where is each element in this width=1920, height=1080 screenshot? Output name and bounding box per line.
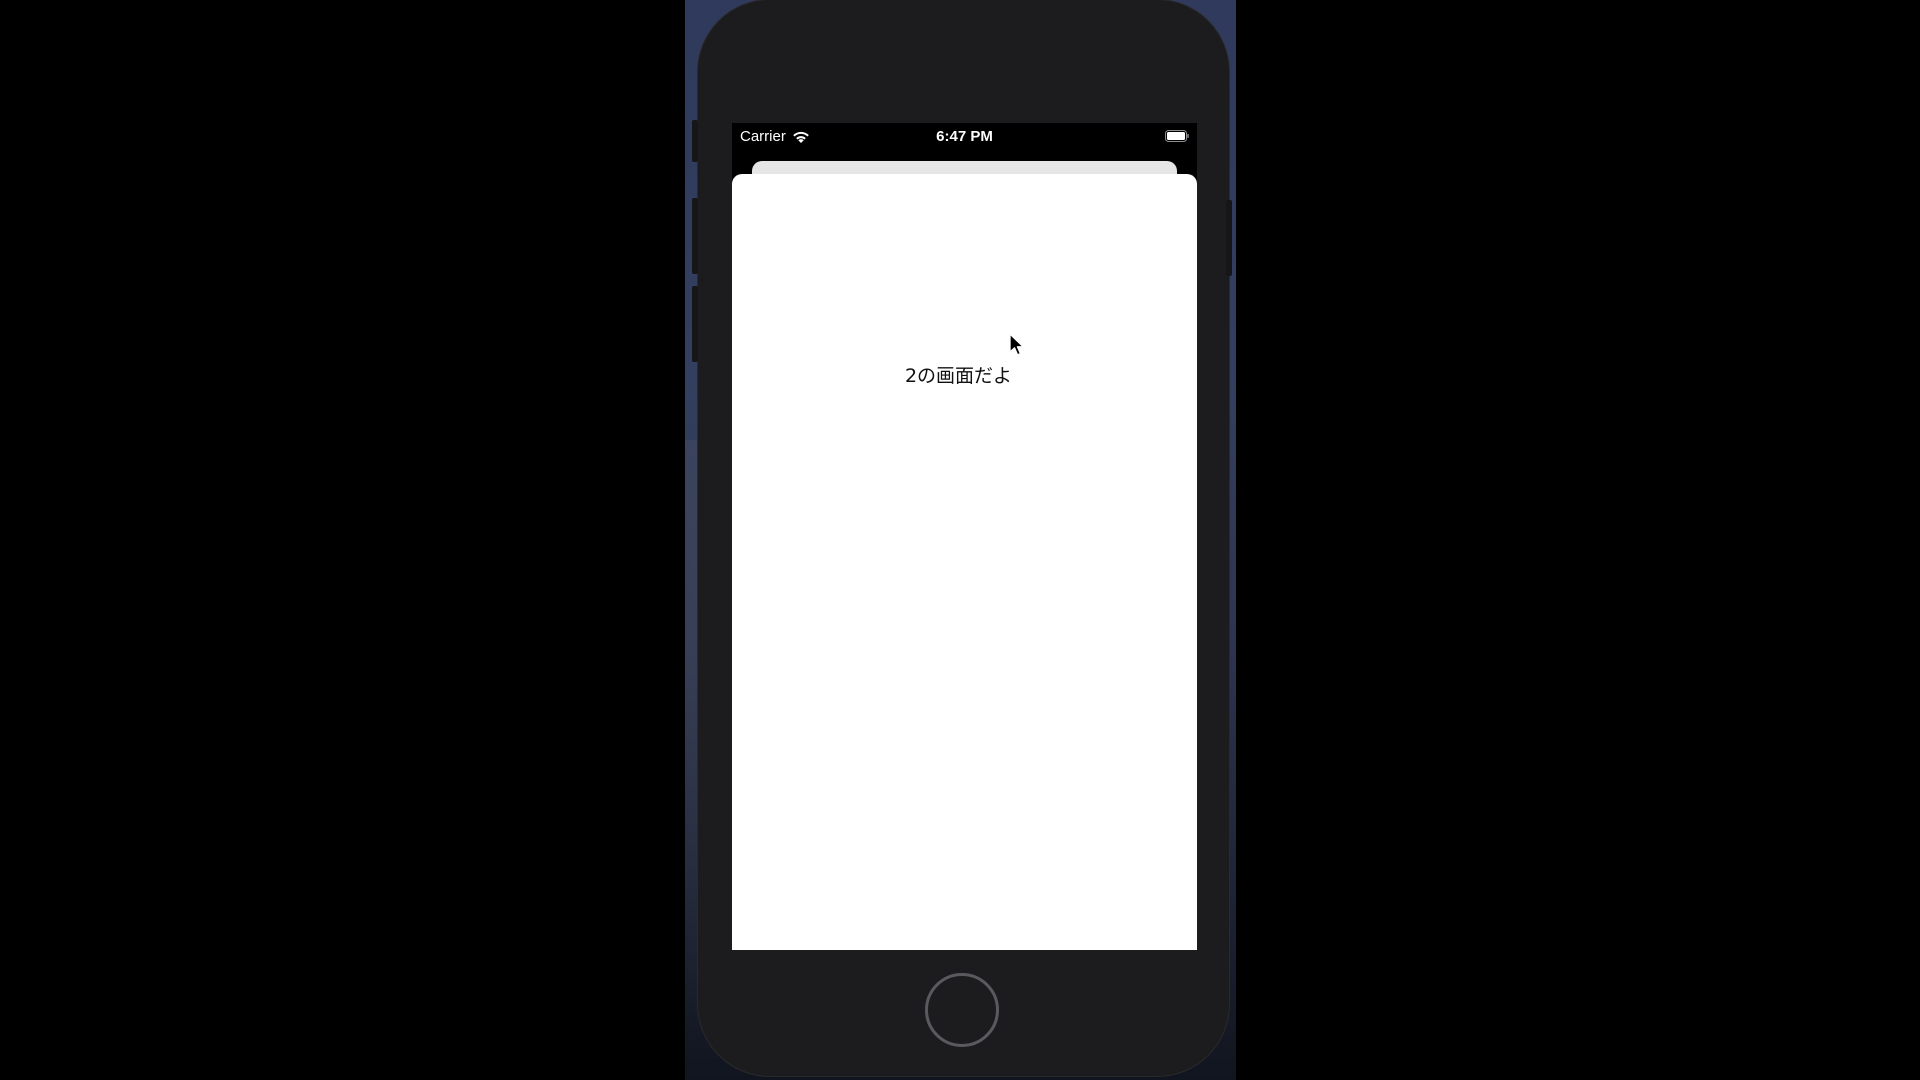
status-bar: Carrier 6:47 PM — [732, 123, 1197, 151]
simulator-stage: Carrier 6:47 PM 2の画面だよ — [0, 0, 1920, 1080]
battery-icon — [1165, 130, 1189, 142]
power-button — [1226, 200, 1232, 276]
home-button[interactable] — [925, 973, 999, 1047]
volume-down-button — [692, 286, 698, 362]
modal-sheet[interactable]: 2の画面だよ — [732, 174, 1197, 950]
mute-switch — [692, 120, 698, 162]
status-time: 6:47 PM — [936, 128, 993, 145]
volume-up-button — [692, 198, 698, 274]
screen-2-label: 2の画面だよ — [904, 365, 1013, 387]
device-screen: Carrier 6:47 PM 2の画面だよ — [732, 123, 1197, 950]
mouse-pointer-icon — [1009, 333, 1024, 356]
